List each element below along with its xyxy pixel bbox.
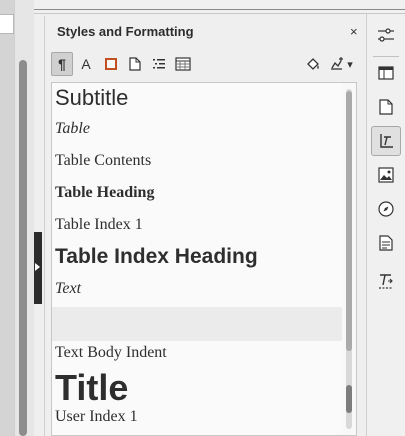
styles-list-scrollbar-region[interactable] xyxy=(346,91,352,351)
navigator-tab-icon xyxy=(378,201,394,217)
paragraph-styles-button[interactable]: ¶ xyxy=(51,52,73,76)
gallery-tab-icon xyxy=(378,167,394,183)
dropdown-arrow-icon: ▾ xyxy=(347,58,353,71)
style-item-table-index-1[interactable]: Table Index 1 xyxy=(55,216,143,234)
frame-styles-button[interactable] xyxy=(100,52,122,76)
table-styles-icon xyxy=(175,57,191,71)
frame-styles-icon xyxy=(105,58,117,70)
fill-format-mode-button[interactable] xyxy=(302,52,324,76)
ruler-corner xyxy=(0,14,14,34)
window-top-edge xyxy=(34,0,405,14)
sidebar-collapse-handle[interactable] xyxy=(34,232,42,304)
expand-arrow-icon xyxy=(35,263,40,271)
style-item-table-contents[interactable]: Table Contents xyxy=(55,152,151,170)
document-area xyxy=(0,0,34,436)
gallery-tab[interactable] xyxy=(371,160,401,190)
style-item-text[interactable]: Text xyxy=(55,280,81,298)
navigator-tab[interactable] xyxy=(371,194,401,224)
properties-tab[interactable] xyxy=(371,58,401,88)
style-item-subtitle[interactable]: Subtitle xyxy=(55,85,128,111)
design-tab[interactable] xyxy=(371,266,401,296)
style-item-table-index-heading[interactable]: Table Index Heading xyxy=(55,245,258,269)
list-styles-button[interactable] xyxy=(148,52,170,76)
styles-toolbar: ¶ A ▾ xyxy=(51,52,361,76)
table-styles-button[interactable] xyxy=(172,52,194,76)
style-item-text-body-indent[interactable]: Text Body Indent xyxy=(55,344,167,362)
list-spacer xyxy=(52,307,342,341)
sidebar-settings-icon xyxy=(378,28,394,42)
writer-window: Styles and Formatting × ¶ A ▾ Subtitle T… xyxy=(0,0,405,436)
styles-list-frame: Subtitle Table Table Contents Table Head… xyxy=(51,82,357,436)
style-item-user-index-1[interactable]: User Index 1 xyxy=(55,408,138,426)
design-tab-icon xyxy=(379,274,393,289)
styles-actions-dropdown[interactable]: ▾ xyxy=(343,52,357,76)
style-item-table[interactable]: Table xyxy=(55,120,90,138)
page-tab[interactable] xyxy=(371,92,401,122)
styles-list-scrollbar-thumb[interactable] xyxy=(346,385,352,413)
page-tab-icon xyxy=(379,99,393,115)
page-styles-button[interactable] xyxy=(124,52,146,76)
panel-title: Styles and Formatting xyxy=(57,24,194,39)
styles-panel: Styles and Formatting × ¶ A ▾ Subtitle T… xyxy=(44,16,366,436)
manage-changes-tab-icon xyxy=(379,235,393,251)
character-styles-icon: A xyxy=(81,56,91,72)
manage-changes-tab[interactable] xyxy=(371,228,401,258)
sidebar-tabbar xyxy=(366,14,405,436)
styles-tab[interactable] xyxy=(371,126,401,156)
list-styles-icon xyxy=(153,59,165,69)
fill-format-mode-icon xyxy=(307,58,319,70)
properties-tab-icon xyxy=(378,66,394,80)
style-item-title[interactable]: Title xyxy=(55,367,128,409)
tabbar-separator xyxy=(373,56,399,57)
styles-list: Subtitle Table Table Contents Table Head… xyxy=(52,83,342,435)
page-styles-icon xyxy=(129,57,141,71)
document-scrollbar[interactable] xyxy=(19,60,27,436)
paragraph-styles-icon: ¶ xyxy=(58,56,66,72)
sidebar-settings-button[interactable] xyxy=(371,20,401,50)
style-item-table-heading[interactable]: Table Heading xyxy=(55,184,154,202)
close-icon[interactable]: × xyxy=(350,24,358,39)
styles-tab-icon xyxy=(380,134,393,148)
character-styles-button[interactable]: A xyxy=(75,52,97,76)
